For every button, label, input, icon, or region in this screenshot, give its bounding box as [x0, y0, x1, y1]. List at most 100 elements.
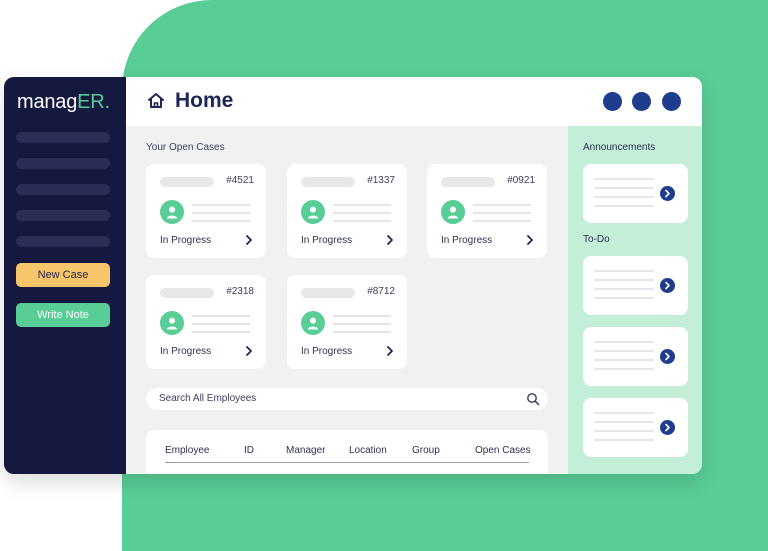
todo-line: [594, 368, 654, 370]
employee-search-input[interactable]: Search All Employees: [146, 388, 548, 410]
page-title: Home: [175, 89, 234, 112]
case-title-placeholder: [301, 177, 355, 187]
logo-suffix: ER: [77, 91, 105, 113]
column-header-open-cases[interactable]: Open Cases: [475, 445, 531, 456]
sidebar-item-placeholder[interactable]: [16, 158, 110, 169]
case-id: #0921: [507, 175, 535, 186]
user-avatar-icon: [301, 200, 325, 224]
column-header-id[interactable]: ID: [244, 445, 254, 456]
new-case-button[interactable]: New Case: [16, 263, 110, 287]
case-detail-line: [333, 331, 391, 333]
announcement-line: [594, 178, 654, 180]
case-detail-line: [473, 220, 531, 222]
todo-label: To-Do: [583, 234, 610, 245]
todo-card[interactable]: [583, 327, 688, 386]
open-cases-label: Your Open Cases: [146, 142, 225, 153]
todo-line: [594, 288, 654, 290]
header-circle-button[interactable]: [603, 92, 622, 111]
announcement-line: [594, 196, 654, 198]
case-status: In Progress: [160, 235, 212, 246]
right-panel: Announcements To-Do: [568, 126, 702, 474]
case-detail-line: [333, 220, 391, 222]
column-header-location[interactable]: Location: [349, 445, 387, 456]
todo-line: [594, 350, 654, 352]
todo-line: [594, 270, 654, 272]
sidebar-item-placeholder[interactable]: [16, 210, 110, 221]
write-note-button[interactable]: Write Note: [16, 303, 110, 327]
logo-dot: .: [104, 91, 111, 113]
case-id: #1337: [367, 175, 395, 186]
case-card[interactable]: #4521 In Progress: [146, 164, 266, 258]
chevron-right-icon[interactable]: [660, 420, 675, 435]
announcements-label: Announcements: [583, 142, 656, 153]
todo-card[interactable]: [583, 398, 688, 457]
todo-line: [594, 430, 654, 432]
todo-line: [594, 279, 654, 281]
chevron-right-icon[interactable]: [660, 186, 675, 201]
case-id: #8712: [367, 286, 395, 297]
case-status: In Progress: [441, 235, 493, 246]
case-detail-line: [333, 204, 391, 206]
header-circle-button[interactable]: [632, 92, 651, 111]
case-detail-line: [192, 315, 250, 317]
case-detail-line: [473, 204, 531, 206]
chevron-right-icon[interactable]: [244, 345, 254, 357]
case-detail-line: [333, 323, 391, 325]
case-card[interactable]: #2318 In Progress: [146, 275, 266, 369]
case-detail-line: [473, 212, 531, 214]
main-content: Your Open Cases #4521 In Progress #1337: [126, 126, 568, 474]
case-detail-line: [192, 331, 250, 333]
case-title-placeholder: [301, 288, 355, 298]
case-id: #4521: [226, 175, 254, 186]
sidebar-item-placeholder[interactable]: [16, 184, 110, 195]
case-status: In Progress: [160, 346, 212, 357]
case-title-placeholder: [160, 177, 214, 187]
case-detail-line: [192, 323, 250, 325]
sidebar: managER. New Case Write Note: [4, 77, 126, 474]
chevron-right-icon[interactable]: [244, 234, 254, 246]
todo-line: [594, 421, 654, 423]
table-header-divider: [165, 462, 529, 463]
case-detail-line: [192, 220, 250, 222]
todo-line: [594, 359, 654, 361]
column-header-employee[interactable]: Employee: [165, 445, 209, 456]
case-id: #2318: [226, 286, 254, 297]
header-bar: Home: [126, 77, 702, 126]
column-header-manager[interactable]: Manager: [286, 445, 325, 456]
case-title-placeholder: [160, 288, 214, 298]
chevron-right-icon[interactable]: [660, 278, 675, 293]
brand-logo: managER.: [17, 91, 110, 114]
chevron-right-icon[interactable]: [660, 349, 675, 364]
case-detail-line: [192, 204, 250, 206]
chevron-right-icon[interactable]: [385, 345, 395, 357]
employee-table: Employee ID Manager Location Group Open …: [146, 430, 548, 474]
case-detail-line: [333, 212, 391, 214]
sidebar-item-placeholder[interactable]: [16, 132, 110, 143]
announcement-line: [594, 187, 654, 189]
todo-line: [594, 412, 654, 414]
user-avatar-icon: [160, 200, 184, 224]
header-circle-button[interactable]: [662, 92, 681, 111]
search-icon[interactable]: [526, 392, 540, 406]
case-card[interactable]: #8712 In Progress: [287, 275, 407, 369]
todo-card[interactable]: [583, 256, 688, 315]
user-avatar-icon: [441, 200, 465, 224]
user-avatar-icon: [301, 311, 325, 335]
todo-line: [594, 341, 654, 343]
announcement-card[interactable]: [583, 164, 688, 223]
chevron-right-icon[interactable]: [525, 234, 535, 246]
column-header-group[interactable]: Group: [412, 445, 440, 456]
case-detail-line: [333, 315, 391, 317]
user-avatar-icon: [160, 311, 184, 335]
case-card[interactable]: #1337 In Progress: [287, 164, 407, 258]
case-card[interactable]: #0921 In Progress: [427, 164, 547, 258]
app-window: managER. New Case Write Note Home Your O…: [4, 77, 702, 474]
announcement-line: [594, 205, 654, 207]
sidebar-item-placeholder[interactable]: [16, 236, 110, 247]
home-icon[interactable]: [147, 92, 165, 110]
logo-prefix: manag: [17, 91, 78, 113]
case-status: In Progress: [301, 346, 353, 357]
todo-line: [594, 297, 654, 299]
search-placeholder: Search All Employees: [159, 393, 257, 404]
chevron-right-icon[interactable]: [385, 234, 395, 246]
